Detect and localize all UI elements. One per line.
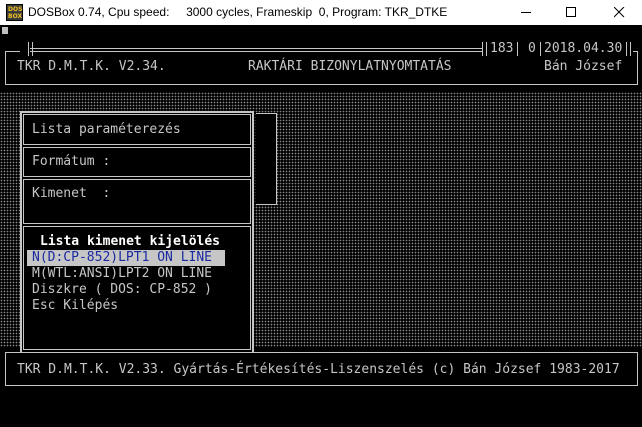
header-tick bbox=[630, 42, 631, 56]
output-label[interactable]: Kimenet : bbox=[32, 186, 110, 202]
minimize-button[interactable] bbox=[504, 0, 549, 25]
menu-option-exit[interactable]: Esc Kilépés bbox=[32, 298, 118, 314]
format-label[interactable]: Formátum : bbox=[32, 154, 110, 170]
close-button[interactable] bbox=[597, 0, 642, 25]
window-title: DOSBox 0.74, Cpu speed: 3000 cycles, Fra… bbox=[28, 5, 448, 19]
maximize-icon bbox=[566, 7, 576, 17]
header-tick bbox=[626, 42, 627, 56]
module-title: RAKTÁRI BIZONYLATNYOMTATÁS bbox=[248, 59, 452, 74]
menu-title: Lista kimenet kijelölés bbox=[40, 234, 221, 249]
minimize-icon bbox=[521, 12, 531, 13]
header-date: 2018.04.30 bbox=[544, 41, 623, 56]
header-tick bbox=[28, 42, 29, 56]
header-tick bbox=[540, 42, 541, 56]
close-icon bbox=[614, 7, 625, 18]
header-tick bbox=[517, 42, 518, 56]
window-titlebar: DOS BOX DOSBox 0.74, Cpu speed: 3000 cyc… bbox=[0, 0, 642, 25]
header-tick bbox=[486, 42, 487, 56]
param-title: Lista paraméterezés bbox=[32, 122, 181, 137]
header-counter-2: 0 bbox=[528, 41, 536, 56]
dosbox-icon[interactable]: DOS BOX bbox=[6, 4, 23, 21]
app-name: TKR D.M.T.K. V2.34. bbox=[17, 59, 166, 74]
footer-text: TKR D.M.T.K. V2.33. Gyártás-Értékesítés-… bbox=[17, 362, 620, 377]
header-rule bbox=[30, 48, 482, 49]
user-name: Bán József bbox=[544, 59, 623, 74]
maximize-button[interactable] bbox=[549, 0, 594, 25]
header-counter-1: 183 bbox=[490, 41, 514, 56]
panel-side-frame bbox=[256, 113, 277, 205]
menu-option-lpt1[interactable]: N(D:CP-852)LPT1 ON LINE bbox=[32, 250, 212, 266]
header-tick bbox=[482, 42, 483, 56]
header-rule bbox=[30, 51, 482, 52]
dosbox-icon-label: DOS BOX bbox=[8, 6, 23, 20]
menu-option-lpt2[interactable]: M(WTL:ANSI)LPT2 ON LINE bbox=[32, 266, 212, 282]
system-menu-marker bbox=[2, 27, 8, 34]
dos-screen[interactable]: 183 0 2018.04.30 TKR D.M.T.K. V2.34. RAK… bbox=[0, 25, 642, 427]
menu-option-disk[interactable]: Diszkre ( DOS: CP-852 ) bbox=[32, 282, 212, 298]
header-tick bbox=[32, 42, 33, 56]
